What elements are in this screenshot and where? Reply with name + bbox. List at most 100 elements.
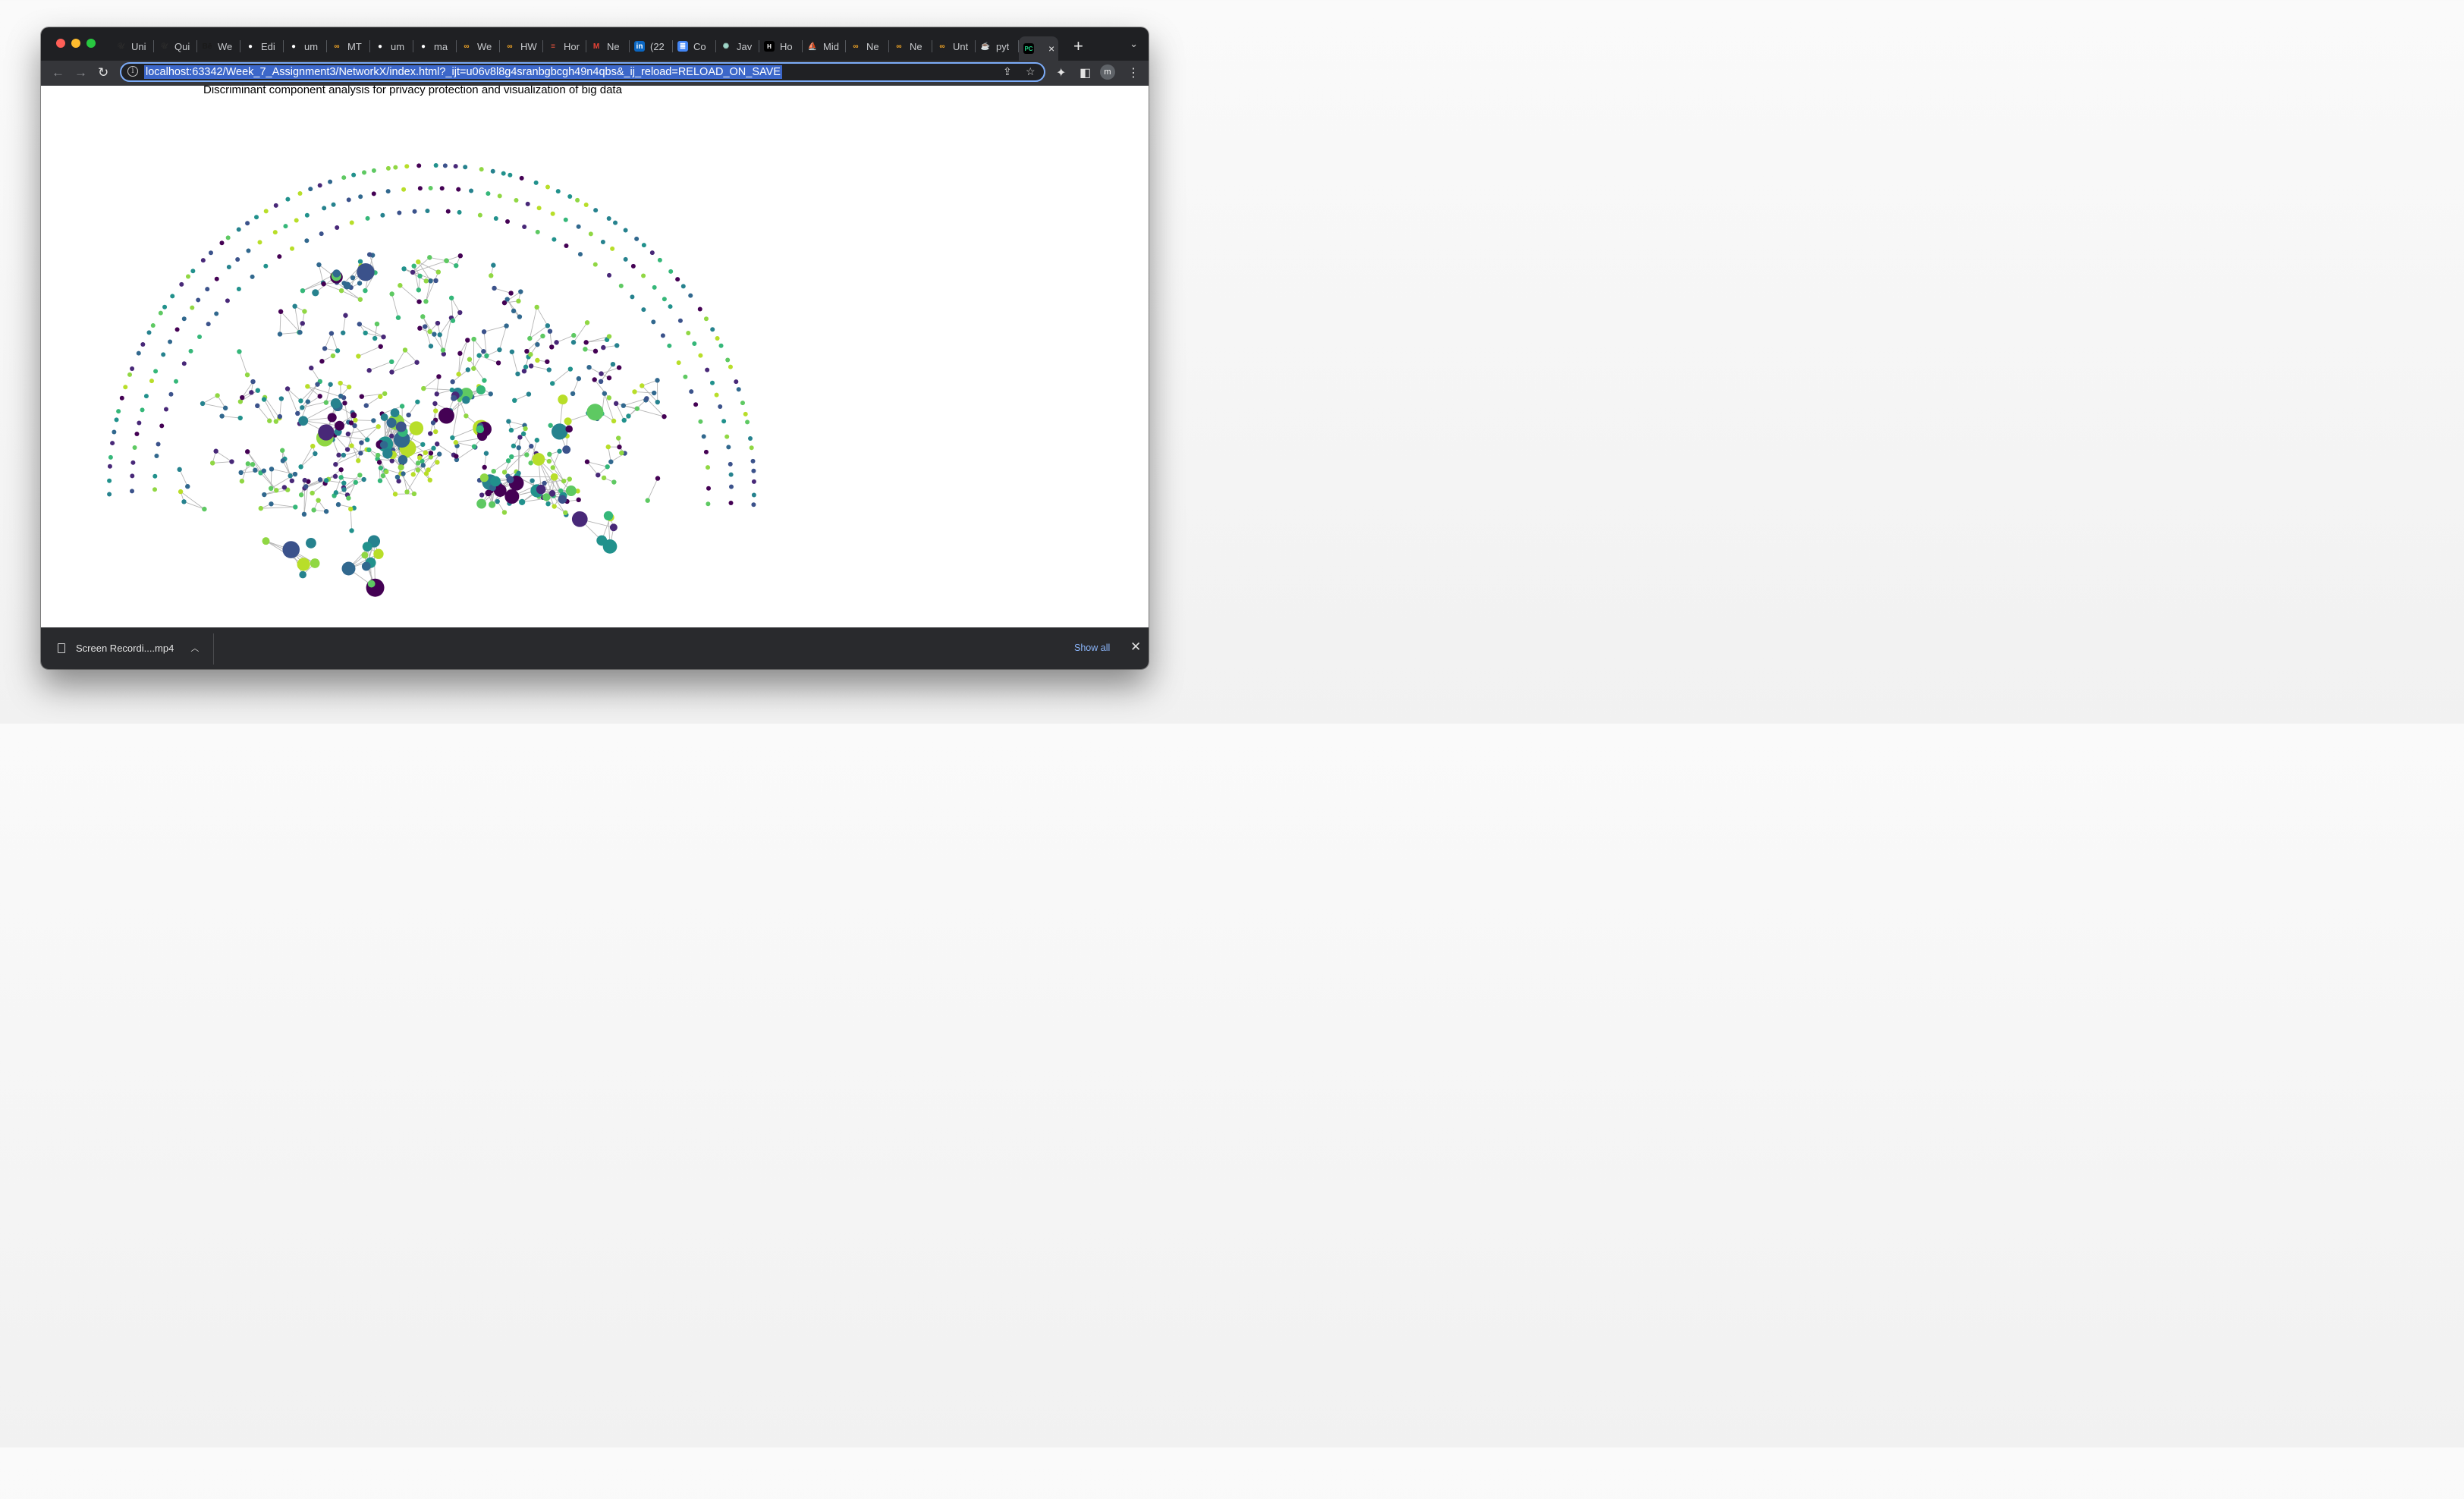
graph-node[interactable] [357, 297, 363, 302]
graph-node[interactable] [363, 330, 368, 336]
graph-node[interactable] [563, 510, 568, 516]
graph-node[interactable] [558, 394, 568, 405]
graph-node[interactable] [725, 357, 731, 363]
graph-node[interactable] [506, 476, 514, 484]
graph-node[interactable] [136, 350, 141, 356]
graph-node[interactable] [168, 339, 173, 344]
graph-node[interactable] [435, 460, 440, 465]
graph-node[interactable] [366, 447, 372, 453]
graph-node[interactable] [751, 479, 756, 484]
graph-node[interactable] [417, 273, 423, 279]
graph-node[interactable] [417, 325, 423, 331]
graph-node[interactable] [162, 304, 168, 310]
graph-node[interactable] [423, 450, 429, 455]
browser-tab[interactable]: ≡ Hor [543, 36, 586, 56]
graph-node[interactable] [163, 407, 168, 412]
graph-node[interactable] [237, 415, 243, 421]
graph-node[interactable] [361, 561, 371, 571]
graph-node[interactable] [479, 492, 485, 498]
graph-node[interactable] [751, 468, 756, 473]
graph-node[interactable] [477, 212, 482, 218]
graph-node[interactable] [277, 332, 283, 337]
graph-node[interactable] [341, 480, 347, 486]
graph-node[interactable] [454, 454, 459, 459]
graph-node[interactable] [244, 449, 250, 454]
graph-node[interactable] [514, 198, 519, 203]
graph-node[interactable] [476, 385, 486, 395]
graph-node[interactable] [714, 392, 719, 398]
graph-node[interactable] [261, 397, 267, 402]
graph-node[interactable] [706, 465, 711, 470]
graph-node[interactable] [454, 262, 459, 269]
graph-node[interactable] [300, 288, 306, 294]
graph-node[interactable] [261, 468, 266, 473]
graph-node[interactable] [519, 498, 526, 505]
graph-node[interactable] [586, 364, 592, 370]
graph-node[interactable] [698, 419, 703, 424]
graph-node[interactable] [651, 319, 656, 325]
graph-node[interactable] [570, 391, 576, 397]
graph-node[interactable] [606, 334, 612, 339]
graph-node[interactable] [273, 203, 278, 208]
graph-node[interactable] [240, 394, 245, 401]
graph-node[interactable] [205, 287, 210, 292]
graph-node[interactable] [428, 431, 433, 436]
graph-node[interactable] [346, 384, 352, 390]
graph-node[interactable] [359, 394, 365, 399]
graph-node[interactable] [208, 250, 213, 256]
graph-node[interactable] [542, 480, 547, 486]
graph-node[interactable] [576, 497, 581, 503]
graph-node[interactable] [380, 413, 388, 421]
download-filename[interactable]: Screen Recordi....mp4 [76, 643, 174, 654]
graph-node[interactable] [433, 163, 438, 168]
graph-node[interactable] [545, 184, 551, 190]
browser-tab[interactable]: ∞ Ne [889, 36, 932, 56]
graph-node[interactable] [215, 393, 220, 398]
zoom-window-button[interactable] [86, 39, 96, 48]
graph-node[interactable] [555, 189, 561, 194]
graph-node[interactable] [285, 196, 291, 202]
graph-node[interactable] [300, 405, 305, 410]
graph-node[interactable] [268, 486, 274, 492]
graph-node[interactable] [535, 229, 540, 234]
extensions-puzzle-icon[interactable]: ✦ [1056, 65, 1066, 80]
graph-node[interactable] [428, 451, 434, 456]
graph-node[interactable] [250, 462, 256, 467]
graph-node[interactable] [508, 291, 514, 296]
graph-node[interactable] [297, 329, 303, 335]
graph-node[interactable] [551, 423, 568, 440]
graph-node[interactable] [745, 420, 750, 425]
graph-node[interactable] [310, 558, 320, 568]
graph-node[interactable] [366, 252, 372, 257]
graph-node[interactable] [202, 506, 207, 512]
graph-node[interactable] [298, 416, 309, 426]
graph-node[interactable] [616, 365, 622, 370]
graph-node[interactable] [610, 361, 616, 367]
graph-node[interactable] [238, 470, 244, 476]
graph-node[interactable] [278, 309, 284, 314]
graph-node[interactable] [564, 244, 569, 249]
graph-node[interactable] [740, 401, 745, 406]
graph-node[interactable] [465, 367, 471, 372]
graph-node[interactable] [536, 206, 542, 211]
graph-node[interactable] [515, 371, 520, 377]
graph-node[interactable] [489, 273, 494, 278]
browser-tab[interactable]: ≣ Co [673, 36, 716, 56]
graph-node[interactable] [196, 297, 201, 303]
graph-node[interactable] [425, 209, 430, 214]
tab-search-icon[interactable]: ⌄ [1130, 38, 1138, 50]
graph-node[interactable] [406, 412, 411, 418]
graph-node[interactable] [434, 391, 439, 397]
browser-tab[interactable]: 𝒰 Qui [154, 36, 197, 56]
network-graph[interactable] [41, 86, 1149, 627]
graph-node[interactable] [540, 333, 545, 339]
graph-node[interactable] [245, 221, 250, 226]
graph-node[interactable] [335, 348, 341, 354]
browser-tab[interactable]: ∞ Ne [846, 36, 889, 56]
browser-tab[interactable]: M Ne [586, 36, 630, 56]
graph-node[interactable] [130, 366, 135, 371]
bookmark-star-icon[interactable]: ☆ [1026, 65, 1036, 78]
graph-node[interactable] [161, 352, 166, 357]
graph-node[interactable] [312, 289, 319, 297]
close-icon[interactable]: ✕ [1130, 640, 1141, 655]
